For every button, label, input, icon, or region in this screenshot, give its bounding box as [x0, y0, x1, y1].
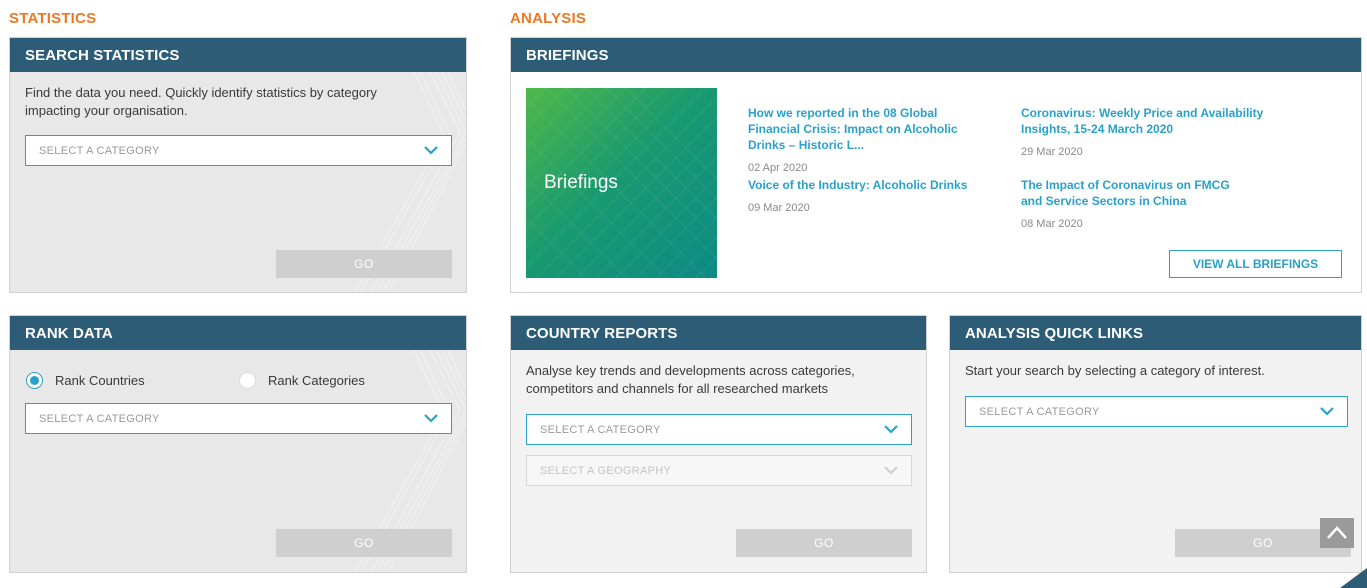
statistics-section-title: STATISTICS	[9, 10, 97, 27]
select-placeholder: SELECT A CATEGORY	[39, 145, 160, 157]
briefing-date: 02 Apr 2020	[748, 162, 808, 174]
search-statistics-category-select[interactable]: SELECT A CATEGORY	[25, 135, 452, 166]
briefings-image-label: Briefings	[544, 172, 618, 193]
briefing-link[interactable]: The Impact of Coronavirus on FMCG and Se…	[1021, 177, 1251, 209]
search-statistics-go-button[interactable]: GO	[276, 250, 452, 278]
select-placeholder: SELECT A GEOGRAPHY	[540, 465, 672, 477]
view-all-briefings-button[interactable]: VIEW ALL BRIEFINGS	[1169, 250, 1342, 278]
scroll-to-top-button[interactable]	[1320, 518, 1354, 548]
chevron-down-icon	[424, 414, 438, 423]
rank-countries-radio[interactable]	[26, 372, 43, 389]
search-statistics-description: Find the data you need. Quickly identify…	[25, 85, 377, 118]
briefings-title: BRIEFINGS	[511, 38, 1361, 72]
rank-data-title: RANK DATA	[10, 316, 466, 350]
rank-data-go-button[interactable]: GO	[276, 529, 452, 557]
rank-countries-option[interactable]: Rank Countries	[26, 372, 145, 389]
briefing-link[interactable]: How we reported in the 08 Global Financi…	[748, 105, 988, 153]
country-reports-title: COUNTRY REPORTS	[511, 316, 926, 350]
search-statistics-title: SEARCH STATISTICS	[10, 38, 466, 72]
country-reports-description: Analyse key trends and developments acro…	[526, 363, 855, 396]
briefing-link[interactable]: Coronavirus: Weekly Price and Availabili…	[1021, 105, 1271, 137]
country-reports-panel: COUNTRY REPORTS Analyse key trends and d…	[510, 315, 927, 573]
chevron-down-icon	[1320, 407, 1334, 416]
analysis-quick-links-description: Start your search by selecting a categor…	[965, 363, 1265, 378]
chevron-down-icon	[424, 146, 438, 155]
analysis-quick-links-panel: ANALYSIS QUICK LINKS Start your search b…	[949, 315, 1362, 573]
select-placeholder: SELECT A CATEGORY	[540, 424, 661, 436]
briefings-image[interactable]: Briefings	[526, 88, 717, 278]
chevron-down-icon	[884, 425, 898, 434]
corner-graphic	[1340, 568, 1367, 588]
chevron-up-icon	[1327, 526, 1347, 539]
rank-data-panel: RANK DATA Rank Countries Rank Categories…	[9, 315, 467, 573]
chevron-down-icon	[884, 466, 898, 475]
rank-categories-radio[interactable]	[239, 372, 256, 389]
rank-categories-option[interactable]: Rank Categories	[239, 372, 365, 389]
briefing-date: 08 Mar 2020	[1021, 218, 1083, 230]
country-reports-geography-select[interactable]: SELECT A GEOGRAPHY	[526, 455, 912, 486]
select-placeholder: SELECT A CATEGORY	[39, 413, 160, 425]
briefing-date: 29 Mar 2020	[1021, 146, 1083, 158]
analysis-quick-links-category-select[interactable]: SELECT A CATEGORY	[965, 396, 1348, 427]
rank-data-category-select[interactable]: SELECT A CATEGORY	[25, 403, 452, 434]
country-reports-category-select[interactable]: SELECT A CATEGORY	[526, 414, 912, 445]
rank-countries-label: Rank Countries	[55, 373, 145, 388]
rank-categories-label: Rank Categories	[268, 373, 365, 388]
analysis-section-title: ANALYSIS	[510, 10, 587, 27]
briefings-panel: BRIEFINGS Briefings How we reported in t…	[510, 37, 1362, 293]
analysis-quick-links-title: ANALYSIS QUICK LINKS	[950, 316, 1361, 350]
select-placeholder: SELECT A CATEGORY	[979, 406, 1100, 418]
briefing-link[interactable]: Voice of the Industry: Alcoholic Drinks	[748, 177, 998, 193]
briefing-date: 09 Mar 2020	[748, 202, 810, 214]
search-statistics-panel: SEARCH STATISTICS Find the data you need…	[9, 37, 467, 293]
country-reports-go-button[interactable]: GO	[736, 529, 912, 557]
